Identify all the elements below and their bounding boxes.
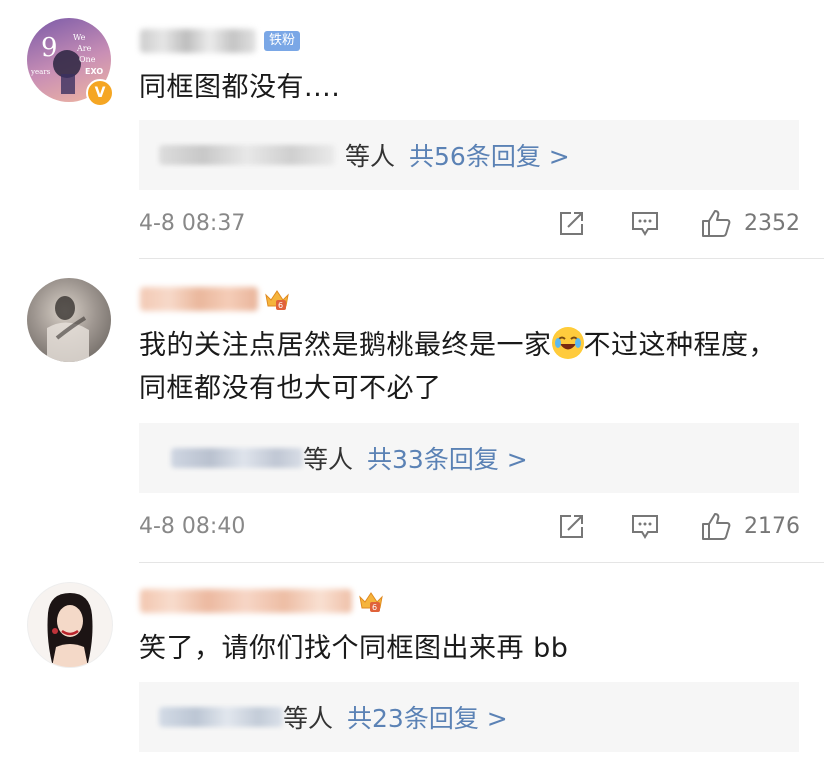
avatar-image (47, 296, 89, 362)
reply-users-blurred (159, 707, 283, 727)
comment-text: 我的关注点居然是鹅桃最终是一家 不过这种程度，同框都没有也大可不必了 (139, 324, 800, 410)
reply-summary[interactable]: 等人 共56条回复 > (139, 120, 799, 190)
laugh-emoji-icon (551, 327, 584, 359)
reply-summary[interactable]: 等人 共33条回复 > (139, 423, 799, 493)
like-icon (702, 210, 731, 237)
divider (139, 562, 824, 563)
svg-text:EXO: EXO (85, 67, 103, 76)
svg-text:6: 6 (278, 301, 283, 310)
username-row[interactable]: 铁粉 (140, 26, 301, 56)
reply-suffix: 等人 (283, 704, 334, 733)
fan-badge: 铁粉 (264, 31, 301, 51)
reply-count-link[interactable]: 共23条回复 > (347, 699, 508, 735)
svg-text:6: 6 (372, 603, 377, 612)
reply-summary[interactable]: 等人 共23条回复 > (139, 682, 799, 752)
comment-meta: 4-8 08:37 2352 (139, 208, 800, 238)
svg-text:Are: Are (76, 44, 92, 53)
svg-text:One: One (79, 55, 96, 64)
crown-icon: 6 (264, 287, 290, 311)
like-count: 2176 (744, 513, 800, 539)
share-icon[interactable] (558, 512, 586, 540)
username-blurred[interactable] (140, 589, 352, 613)
verified-icon: V (86, 79, 114, 107)
comment-icon[interactable] (630, 209, 660, 237)
like-icon (702, 513, 731, 540)
share-icon[interactable] (558, 209, 586, 237)
avatar-image (47, 593, 93, 667)
reply-count-link[interactable]: 共56条回复 > (409, 137, 570, 173)
like-count: 2352 (744, 210, 800, 236)
reply-count-link[interactable]: 共33条回复 > (367, 440, 528, 476)
divider (139, 258, 824, 259)
svg-text:years: years (30, 68, 51, 76)
username-blurred[interactable] (140, 29, 256, 53)
username-row[interactable]: 6 (140, 586, 384, 616)
svg-text:We: We (73, 33, 86, 42)
like-button[interactable]: 2176 (700, 511, 800, 541)
username-blurred[interactable] (140, 287, 258, 311)
timestamp: 4-8 08:37 (139, 210, 246, 236)
comment-text: 笑了，请你们找个同框图出来再 bb (139, 633, 569, 664)
reply-suffix: 等人 (303, 445, 354, 474)
reply-users-blurred (171, 448, 303, 468)
username-row[interactable]: 6 (140, 284, 290, 314)
reply-suffix: 等人 (345, 142, 396, 171)
svg-text:9: 9 (41, 33, 58, 63)
avatar[interactable] (27, 582, 113, 668)
reply-users-blurred (159, 145, 335, 165)
comment-text-part1: 我的关注点居然是鹅桃最终是一家 (139, 330, 552, 361)
comment-meta: 4-8 08:40 2176 (139, 511, 800, 541)
timestamp: 4-8 08:40 (139, 513, 246, 539)
crown-icon: 6 (358, 589, 384, 613)
like-button[interactable]: 2352 (700, 208, 800, 238)
comment-icon[interactable] (630, 512, 660, 540)
comment-text: 同框图都没有.... (139, 72, 341, 103)
avatar[interactable] (27, 278, 111, 362)
